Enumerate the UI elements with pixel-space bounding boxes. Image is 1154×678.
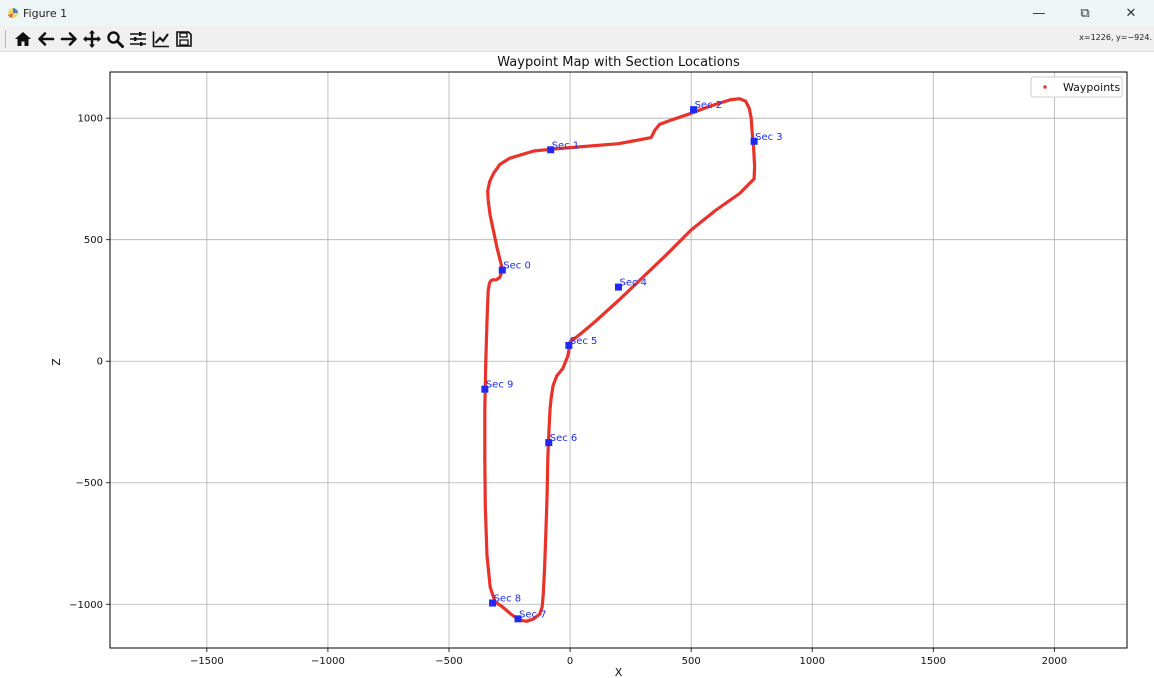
y-tick-label: −500 [76, 478, 103, 489]
section-label: Sec 3 [755, 132, 783, 143]
section-label: Sec 6 [550, 433, 578, 444]
legend-label-waypoints: Waypoints [1063, 81, 1120, 94]
configure-subplots-button[interactable] [126, 27, 149, 50]
move-icon [82, 29, 101, 48]
x-tick-label: 500 [682, 656, 701, 667]
x-tick-label: 1500 [921, 656, 946, 667]
y-tick-label: −1000 [69, 600, 103, 611]
navigation-toolbar: x=1226, y=−924. [0, 26, 1154, 52]
arrow-left-icon [37, 31, 54, 46]
x-tick-label: 1000 [799, 656, 824, 667]
window-title: Figure 1 [23, 6, 68, 20]
x-tick-label: −1000 [311, 656, 345, 667]
section-label: Sec 8 [494, 594, 522, 605]
y-axis-label: Z [50, 358, 63, 366]
chart-title: Waypoint Map with Section Locations [497, 55, 740, 70]
arrow-right-icon [60, 31, 77, 46]
minimize-icon: — [1032, 5, 1046, 21]
x-tick-label: −500 [435, 656, 462, 667]
y-tick-label: 500 [84, 235, 103, 246]
section-label: Sec 0 [503, 261, 531, 272]
x-tick-label: 0 [567, 656, 573, 667]
minimize-button[interactable]: — [1016, 0, 1062, 26]
close-icon: ✕ [1125, 5, 1137, 21]
section-label: Sec 1 [552, 140, 580, 151]
y-tick-label: 1000 [78, 114, 103, 125]
line-chart-icon [152, 31, 169, 47]
cursor-coordinates: x=1226, y=−924. [1079, 33, 1152, 42]
legend-marker-waypoints [1043, 85, 1047, 89]
forward-button[interactable] [57, 27, 80, 50]
matplotlib-icon [6, 6, 20, 20]
restore-button[interactable]: ⧉ [1062, 0, 1108, 26]
save-icon [175, 30, 192, 47]
y-tick-label: 0 [97, 357, 103, 368]
x-tick-label: −1500 [190, 656, 224, 667]
close-button[interactable]: ✕ [1108, 0, 1154, 26]
section-label: Sec 5 [570, 336, 598, 347]
toolbar-grip [5, 29, 8, 48]
restore-icon: ⧉ [1080, 5, 1090, 21]
x-tick-label: 2000 [1042, 656, 1067, 667]
zoom-button[interactable] [103, 27, 126, 50]
section-label: Sec 9 [486, 380, 514, 391]
pan-button[interactable] [80, 27, 103, 50]
save-button[interactable] [172, 27, 195, 50]
plot-area[interactable] [110, 72, 1127, 648]
section-label: Sec 7 [519, 609, 547, 620]
edit-axis-button[interactable] [149, 27, 172, 50]
legend[interactable]: Waypoints [1030, 76, 1123, 98]
waypoint-chart[interactable]: Sec 0 Sec 1 Sec 2 Sec 3 Sec 4 Sec 5 Sec 6 Sec 7… [0, 52, 1154, 678]
zoom-icon [106, 30, 124, 48]
section-label: Sec 2 [695, 100, 723, 111]
back-button[interactable] [34, 27, 57, 50]
section-label: Sec 4 [620, 278, 648, 289]
x-axis-label: X [615, 666, 623, 678]
home-icon [14, 31, 31, 46]
sliders-icon [129, 31, 146, 46]
home-button[interactable] [11, 27, 34, 50]
window-titlebar: Figure 1 — ⧉ ✕ [0, 0, 1154, 26]
